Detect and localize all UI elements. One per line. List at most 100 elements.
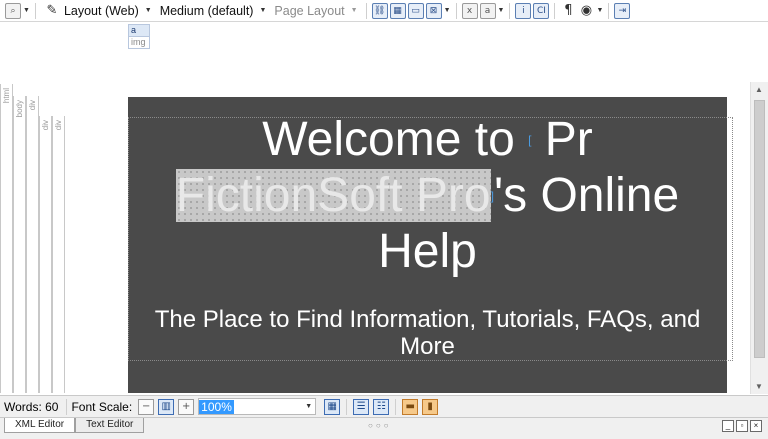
insert-image-button[interactable]: ▭ [407,2,425,20]
toolbar-separator [608,2,610,19]
layout-icon: ✎ [46,3,58,18]
size-dropdown[interactable]: Medium (default) ▼ [156,2,271,20]
plus-icon: + [181,401,191,412]
link-page-icon: ⛓ [371,2,388,19]
show-tags-button[interactable]: ◉ ▼ [577,2,604,20]
view-options-button[interactable]: ⌕ ▼ [4,2,31,20]
gutter-html[interactable]: html [0,84,13,393]
gutter-body[interactable]: body [13,96,26,393]
variable-highlight[interactable]: FictionSoft Pro [175,169,491,222]
reset-scale-icon: ▥ [161,401,171,412]
font-scale-reset-button[interactable]: ▥ [158,398,175,415]
color-scheme-button[interactable]: ▦ [324,398,341,415]
table-icon: ▦ [389,2,406,19]
subheading-line-1: The Place to Find Information, Tutorials… [154,306,701,333]
close-icon[interactable]: × [750,420,762,432]
font-scale-label: Font Scale: [71,399,133,414]
span-structure-icon: ☷ [376,401,386,412]
splitter-grip-icon[interactable]: ○○○ [368,421,392,430]
show-block-structure-button[interactable]: ☰ [353,398,370,415]
tag-breadcrumb[interactable]: a img [128,24,150,49]
gutter-label: html [2,88,11,104]
insert-anchor-button[interactable]: a ▼ [479,2,506,20]
layout-dropdown[interactable]: ✎ Layout (Web) ▼ [40,2,156,20]
insert-link-button[interactable]: ⛓ [371,2,389,20]
word-count: Words: 60 [4,399,59,414]
minimize-icon[interactable]: _ [722,420,734,432]
page-subheading[interactable]: The Place to Find Information, Tutorials… [128,306,727,360]
chevron-down-icon: ▼ [259,7,267,14]
insert-media-button[interactable]: ⊠ ▼ [425,2,452,20]
page-layout-dropdown[interactable]: Page Layout ▼ [270,2,361,20]
scroll-thumb[interactable] [754,100,765,358]
gutter-div-1[interactable]: div [26,96,39,393]
editor-tabs: XML Editor Text Editor ○○○ _ ▫ × [0,417,768,439]
insert-file-button[interactable]: x [461,2,479,20]
tab-xml-editor[interactable]: XML Editor [4,418,76,433]
chevron-down-icon[interactable]: ▼ [305,403,315,410]
heading-line-2: FictionSoft Pro]'s Online [128,168,727,224]
preview-button[interactable]: ⇥ [613,2,631,20]
horizontal-ruler-button[interactable]: ▬ [402,398,419,415]
tag-a[interactable]: a [129,25,149,37]
zoom-value: 100% [199,399,234,414]
chevron-down-icon: ▼ [596,7,604,14]
file-icon: x [461,2,478,19]
gutter-label: div [54,120,63,131]
page-layout-label: Page Layout [274,3,345,18]
gutter-label: div [28,100,37,111]
heading-text: Welcome to [262,113,529,166]
toolbar-separator [455,2,457,19]
scroll-down-icon[interactable]: ▼ [755,382,763,391]
vertical-ruler-icon: ▮ [427,401,433,412]
index-icon: i [515,2,532,19]
font-scale-decrease-button[interactable]: − [138,398,155,415]
chevron-down-icon: ▼ [443,7,451,14]
preview-icon: ⇥ [614,2,631,19]
editor-toolbar: ⌕ ▼ ✎ Layout (Web) ▼ Medium (default) ▼ Page… [0,0,768,22]
horizontal-ruler-icon: ▬ [405,401,415,412]
show-span-structure-button[interactable]: ☷ [373,398,390,415]
block-structure-icon: ☰ [356,401,366,412]
heading-line-1: Welcome to [ Pr [128,112,727,168]
gutter-div-2[interactable]: div [39,116,52,393]
font-scale-increase-button[interactable]: + [178,398,195,415]
chevron-down-icon: ▼ [497,7,505,14]
zoom-combobox[interactable]: 100% ▼ [198,398,317,415]
insert-index-button[interactable]: i [514,2,532,20]
magnifier-page-icon: ⌕ [5,2,21,19]
minus-icon: − [141,401,151,412]
subheading-line-2: More [400,333,455,360]
gutter-label: body [15,100,24,118]
insert-concept-button[interactable]: CI [532,2,550,20]
status-separator [346,398,348,415]
heading-line-3: Help [378,225,477,278]
chevron-down-icon: ▼ [23,7,30,14]
restore-icon[interactable]: ▫ [736,420,748,432]
page-heading[interactable]: Welcome to [ Pr FictionSoft Pro]'s Onlin… [128,112,727,280]
toolbar-separator [34,2,36,19]
tag-img[interactable]: img [129,37,149,48]
show-marks-button[interactable]: ¶ [559,2,577,20]
scroll-up-icon[interactable]: ▲ [755,85,763,94]
insert-table-button[interactable]: ▦ [389,2,407,20]
toolbar-separator [554,2,556,19]
concept-icon: CI [533,2,550,19]
layout-label: Layout (Web) [63,3,139,18]
status-separator [66,398,68,415]
heading-text: Pr [531,113,593,166]
heading-text: 's Online [493,169,680,222]
image-icon: ▭ [407,2,424,19]
vertical-scrollbar[interactable]: ▲ ▼ [750,82,768,394]
chevron-down-icon: ▼ [350,7,358,14]
tab-text-editor[interactable]: Text Editor [75,418,145,433]
vertical-ruler-button[interactable]: ▮ [422,398,439,415]
status-bar: Words: 60 Font Scale: − ▥ + 100% ▼ ▦ ☰ ☷ … [0,395,768,417]
gutter-div-3[interactable]: div [52,116,65,393]
status-separator [395,398,397,415]
toolbar-separator [365,2,367,19]
color-grid-icon: ▦ [327,401,337,412]
media-icon: ⊠ [425,2,442,19]
chevron-down-icon: ▼ [144,7,152,14]
anchor-text-icon: a [479,2,496,19]
